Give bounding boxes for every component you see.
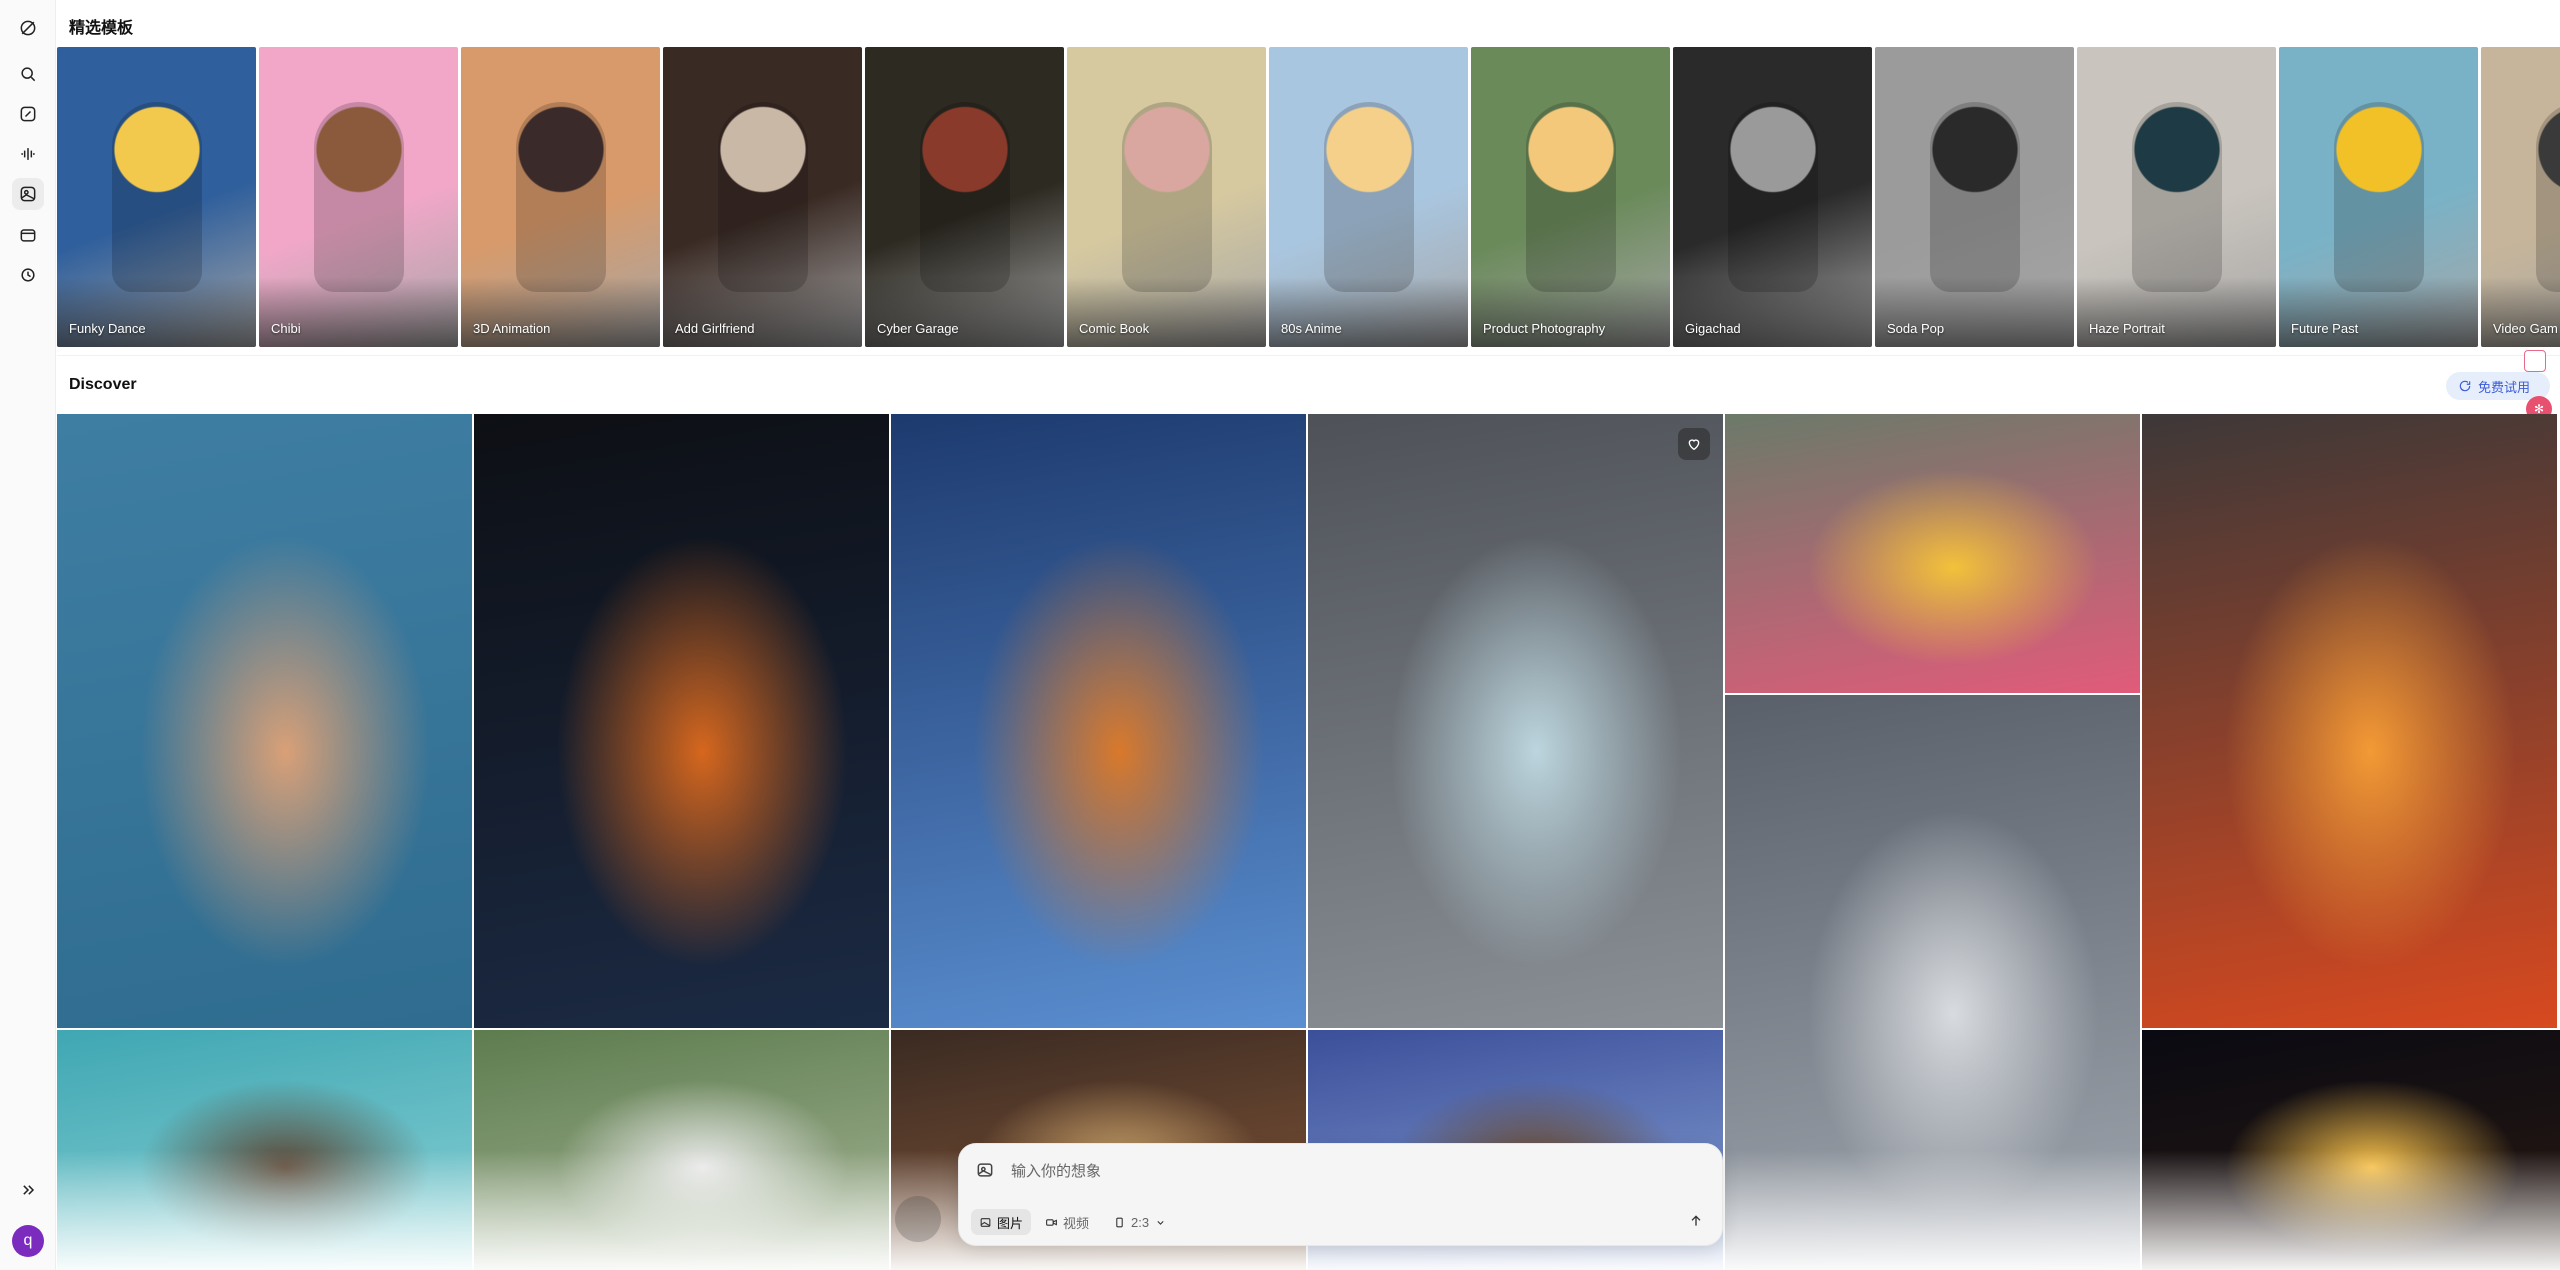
template-card[interactable]: Product Photography — [1471, 47, 1670, 347]
template-shade — [1269, 277, 1468, 347]
featured-title: 精选模板 — [69, 20, 134, 37]
history-icon[interactable] — [12, 259, 44, 291]
template-figure — [920, 102, 1010, 292]
send-button[interactable] — [1681, 1206, 1711, 1236]
template-shade — [259, 277, 458, 347]
template-label: Product Photography — [1483, 321, 1606, 336]
favorite-button[interactable] — [1678, 428, 1710, 460]
template-shade — [2279, 277, 2478, 347]
divider — [57, 355, 2560, 356]
chevron-down-icon — [1157, 1220, 1164, 1225]
template-label: Haze Portrait — [2089, 321, 2165, 336]
heart-icon — [1688, 439, 1700, 451]
mode-image-label: 图片 — [997, 1215, 1024, 1231]
template-card[interactable]: Chibi — [259, 47, 458, 347]
template-shade — [2077, 277, 2276, 347]
logo-icon[interactable] — [12, 12, 44, 44]
prompt-composer: 图片 视频 2:3 — [958, 1143, 1723, 1246]
template-card[interactable]: Add Girlfriend — [663, 47, 862, 347]
template-figure — [314, 102, 404, 292]
edit-icon[interactable] — [12, 98, 44, 130]
discover-title: Discover — [69, 376, 137, 393]
template-label: Chibi — [271, 321, 301, 336]
template-shade — [1875, 277, 2074, 347]
template-shade — [2481, 277, 2560, 347]
template-label: Add Girlfriend — [675, 321, 755, 336]
template-card[interactable]: Video Gam — [2481, 47, 2560, 347]
template-figure — [1728, 102, 1818, 292]
tile-flower-bouquet[interactable] — [1725, 414, 2140, 693]
app-root: q 精选模板 Funky Dance Chibi 3D Animation Add G… — [0, 0, 2560, 1270]
tile-otters-water[interactable] — [57, 1030, 472, 1270]
tile-panda-forest[interactable] — [474, 1030, 889, 1270]
template-card[interactable]: Comic Book — [1067, 47, 1266, 347]
template-shade — [461, 277, 660, 347]
chevrons-right-icon[interactable] — [12, 1174, 44, 1206]
avatar[interactable]: q — [12, 1225, 44, 1257]
template-card[interactable]: Future Past — [2279, 47, 2478, 347]
scroll-circle[interactable] — [895, 1196, 941, 1242]
template-label: 80s Anime — [1281, 321, 1342, 336]
template-shade — [663, 277, 862, 347]
template-row: Funky Dance Chibi 3D Animation Add Girlfrie… — [57, 47, 2560, 347]
arrow-up-icon — [1691, 1215, 1701, 1226]
sidebar: q — [0, 0, 56, 1270]
template-card[interactable]: Soda Pop — [1875, 47, 2074, 347]
mode-video-label: 视频 — [1063, 1215, 1090, 1231]
template-shade — [57, 277, 256, 347]
audio-wave-icon[interactable] — [12, 138, 44, 170]
tile-chrome-head[interactable] — [474, 414, 889, 1028]
template-figure — [1930, 102, 2020, 292]
template-label: Funky Dance — [69, 321, 146, 336]
image-icon — [980, 1217, 991, 1227]
mode-video-chip[interactable]: 视频 — [1037, 1209, 1097, 1235]
search-icon[interactable] — [12, 58, 44, 90]
template-shade — [1067, 277, 1266, 347]
template-figure — [2536, 102, 2560, 292]
aspect-ratio-label: 2:3 — [1131, 1214, 1150, 1230]
template-figure — [1526, 102, 1616, 292]
template-label: Soda Pop — [1887, 321, 1945, 336]
folder-icon[interactable] — [12, 219, 44, 251]
tile-airplane-window-seal[interactable] — [1308, 414, 1723, 1028]
tile-sky-clouds-jet[interactable] — [1725, 695, 2140, 1270]
template-label: Cyber Garage — [877, 321, 959, 336]
portrait-ratio-icon — [1116, 1217, 1123, 1227]
template-figure — [516, 102, 606, 292]
template-shade — [1673, 277, 1872, 347]
template-shade — [865, 277, 1064, 347]
free-trial-label: 免费试用 — [2478, 379, 2531, 395]
template-card[interactable]: Gigachad — [1673, 47, 1872, 347]
template-label: 3D Animation — [473, 321, 551, 336]
discover-grid — [57, 414, 2560, 1270]
template-card[interactable]: 80s Anime — [1269, 47, 1468, 347]
image-upload-icon[interactable] — [975, 1160, 997, 1182]
prompt-input[interactable] — [1011, 1158, 1701, 1184]
template-figure — [2334, 102, 2424, 292]
template-label: Future Past — [2291, 321, 2359, 336]
template-shade — [1471, 277, 1670, 347]
mode-image-chip[interactable]: 图片 — [971, 1209, 1032, 1235]
image-gallery-icon[interactable] — [12, 178, 44, 210]
template-label: Gigachad — [1685, 321, 1741, 336]
template-figure — [1122, 102, 1212, 292]
tile-sun-space[interactable] — [2142, 1030, 2560, 1270]
template-card[interactable]: Funky Dance — [57, 47, 256, 347]
tile-cartoon-fisher[interactable] — [891, 414, 1306, 1028]
floating-translate-icon[interactable] — [2524, 350, 2546, 372]
tile-curly-hair-woman[interactable] — [57, 414, 472, 1028]
aspect-ratio-select[interactable]: 2:3 — [1105, 1209, 1175, 1235]
template-card[interactable]: Cyber Garage — [865, 47, 1064, 347]
template-card[interactable]: 3D Animation — [461, 47, 660, 347]
template-card[interactable]: Haze Portrait — [2077, 47, 2276, 347]
template-label: Video Gam — [2493, 321, 2558, 336]
tile-volcano-lava[interactable] — [2142, 414, 2557, 1028]
template-figure — [1324, 102, 1414, 292]
video-icon — [1046, 1218, 1057, 1226]
template-label: Comic Book — [1079, 321, 1150, 336]
template-figure — [718, 102, 808, 292]
template-figure — [112, 102, 202, 292]
template-figure — [2132, 102, 2222, 292]
